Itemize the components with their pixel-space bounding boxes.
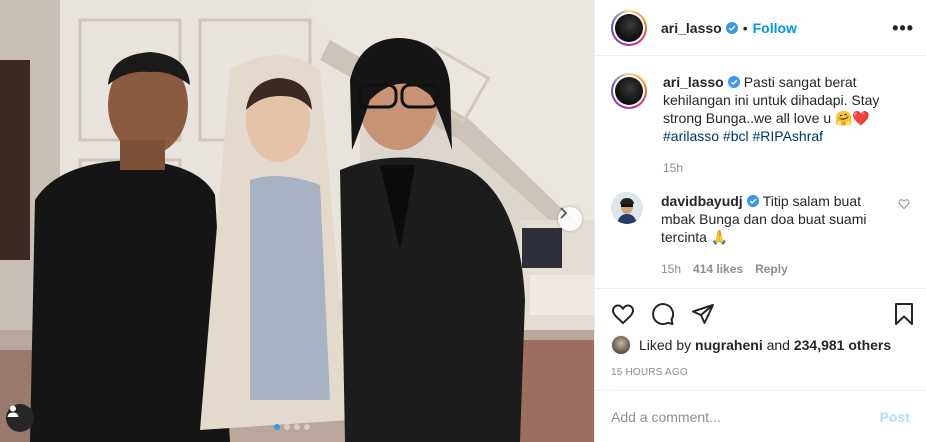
bookmark-icon bbox=[895, 302, 913, 325]
caption-username[interactable]: ari_lasso bbox=[663, 74, 724, 90]
carousel-dot bbox=[284, 424, 290, 430]
carousel-dot bbox=[294, 424, 300, 430]
liker-username[interactable]: nugraheni bbox=[695, 337, 763, 353]
hashtag-link[interactable]: #bcl bbox=[723, 128, 749, 144]
post-actions bbox=[595, 288, 926, 338]
liker-avatar[interactable] bbox=[611, 335, 631, 355]
share-icon bbox=[692, 303, 714, 324]
header-separator: • bbox=[742, 19, 748, 36]
more-icon: ••• bbox=[892, 17, 914, 38]
likes-connector: and bbox=[766, 337, 790, 353]
caption-avatar[interactable] bbox=[611, 73, 647, 109]
follow-button[interactable]: Follow bbox=[753, 20, 797, 36]
like-comment-heart-icon[interactable] bbox=[898, 198, 910, 210]
post-side-panel: ari_lasso • Follow ••• ari_lasso Pasti sa… bbox=[594, 0, 926, 442]
likes-prefix: Liked by bbox=[639, 337, 692, 353]
like-button[interactable] bbox=[611, 302, 635, 326]
author-avatar[interactable] bbox=[611, 9, 647, 46]
verified-icon bbox=[725, 21, 738, 34]
heart-icon bbox=[611, 303, 635, 324]
author-username[interactable]: ari_lasso bbox=[661, 20, 722, 36]
hashtag-link[interactable]: #arilasso bbox=[663, 128, 719, 144]
verified-icon bbox=[727, 76, 740, 88]
next-arrow-icon bbox=[560, 207, 568, 219]
post-photo bbox=[0, 0, 594, 442]
photo-illustration bbox=[0, 0, 594, 442]
caption: ari_lasso Pasti sangat berat kehilangan i… bbox=[611, 73, 910, 177]
more-options-button[interactable]: ••• bbox=[892, 19, 914, 37]
comment-item: davidbayudj Titip salam buat mbak Bunga d… bbox=[611, 192, 910, 278]
save-button[interactable] bbox=[892, 302, 916, 326]
caption-hashtags: #arilasso #bcl #RIPAshraf bbox=[663, 127, 910, 145]
commenter-avatar[interactable] bbox=[611, 192, 643, 224]
carousel-dot bbox=[304, 424, 310, 430]
carousel-indicator bbox=[274, 424, 310, 430]
carousel-dot bbox=[274, 424, 280, 430]
likes-count[interactable]: 234,981 others bbox=[794, 337, 891, 353]
post-comment-button[interactable]: Post bbox=[880, 409, 910, 425]
commenter-username[interactable]: davidbayudj bbox=[661, 193, 743, 209]
share-button[interactable] bbox=[691, 302, 715, 326]
reply-button[interactable]: Reply bbox=[755, 260, 788, 278]
likes-summary: Liked by nugraheni and 234,981 others bbox=[611, 335, 891, 355]
comment-meta: 15h 414 likes Reply bbox=[661, 260, 890, 278]
comment-button[interactable] bbox=[651, 302, 675, 326]
verified-icon bbox=[746, 195, 759, 207]
comment-input[interactable] bbox=[611, 408, 880, 425]
comment-time[interactable]: 15h bbox=[661, 260, 681, 278]
comment-composer: Post bbox=[595, 390, 926, 442]
post-header: ari_lasso • Follow ••• bbox=[595, 0, 926, 56]
comments-list[interactable]: ari_lasso Pasti sangat berat kehilangan i… bbox=[595, 57, 926, 287]
hashtag-link[interactable]: #RIPAshraf bbox=[753, 128, 824, 144]
user-tag-button[interactable] bbox=[6, 404, 34, 432]
comment-likes[interactable]: 414 likes bbox=[693, 260, 743, 278]
post-timestamp[interactable]: 15 HOURS AGO bbox=[611, 367, 688, 378]
next-image-button[interactable] bbox=[558, 207, 582, 231]
user-tag-icon bbox=[7, 405, 19, 417]
comment-icon bbox=[652, 302, 675, 325]
caption-time[interactable]: 15h bbox=[663, 159, 910, 177]
